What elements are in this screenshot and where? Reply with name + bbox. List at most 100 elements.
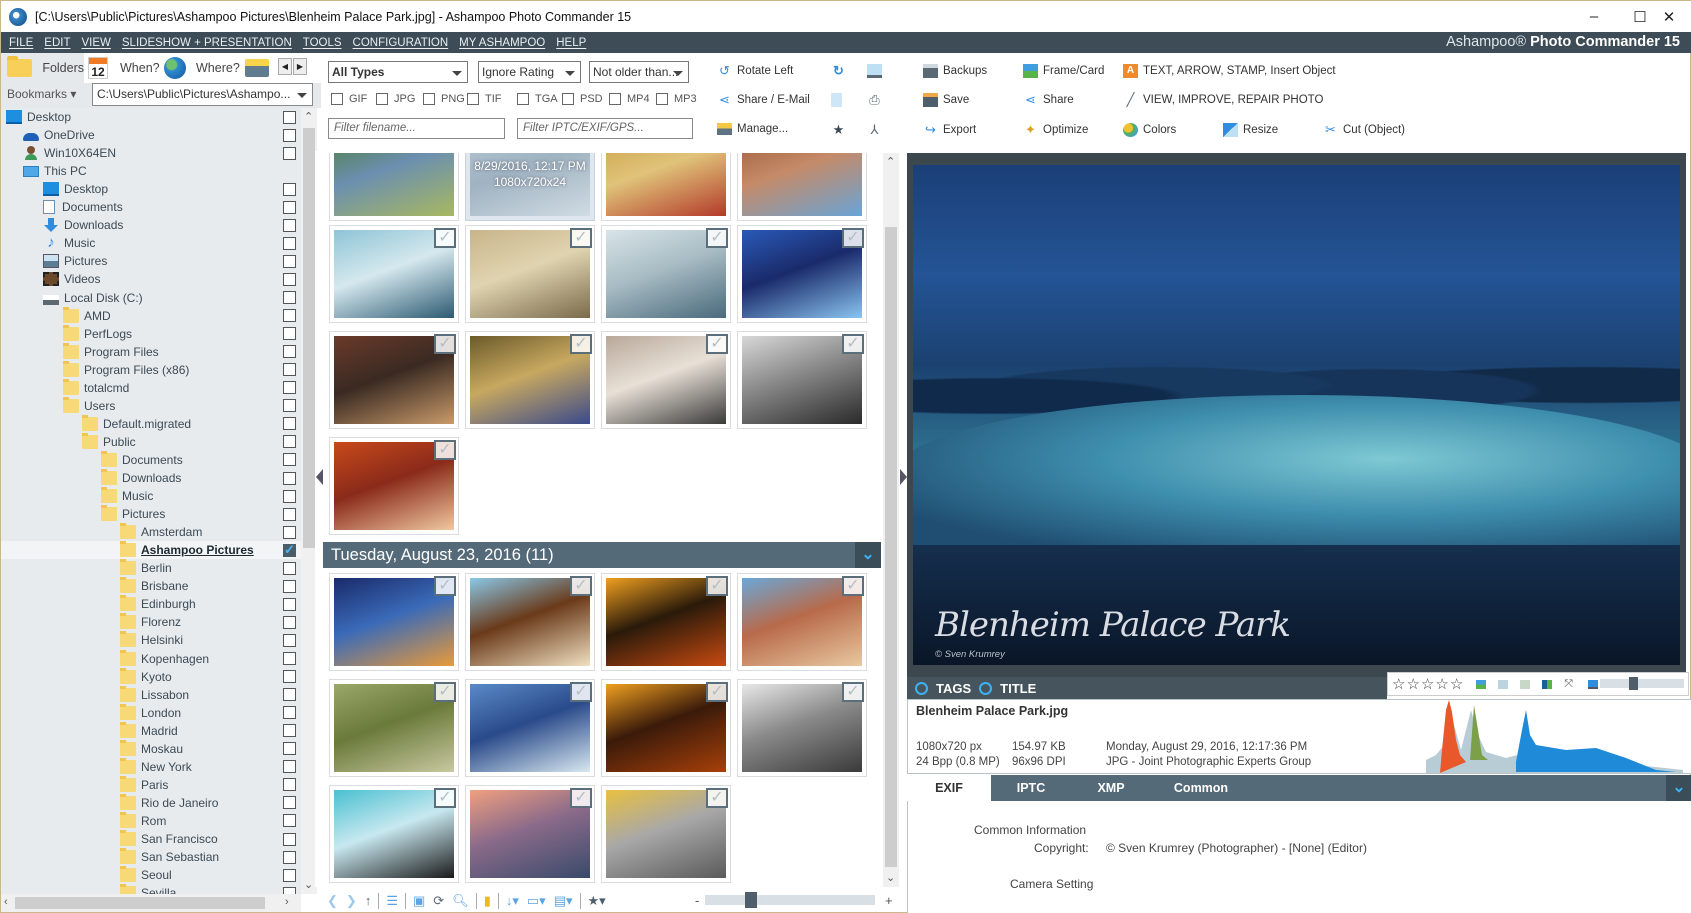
tree-item-checkbox[interactable] <box>283 597 296 611</box>
pdf-button[interactable]: ⅄ <box>867 123 887 137</box>
monitor-icon[interactable] <box>1588 679 1599 689</box>
thumbnail-beach-umbrellas[interactable]: ✓ <box>737 573 867 671</box>
scroll-right-icon[interactable]: › <box>285 896 289 908</box>
select-checkbox[interactable]: ✓ <box>842 228 864 248</box>
refresh-icon[interactable]: ⟳ <box>433 893 444 909</box>
tree-item-checkbox[interactable] <box>283 778 296 792</box>
select-checkbox[interactable]: ✓ <box>570 228 592 248</box>
format-checkbox-jpg[interactable]: JPG <box>376 93 415 105</box>
photo-preview[interactable]: Blenheim Palace Park © Sven Krumrey <box>913 165 1680 665</box>
tree-item-checkbox[interactable] <box>283 254 296 268</box>
tree-item-checkbox[interactable] <box>283 345 296 359</box>
thumbnail-castle[interactable]: ✓ <box>465 225 595 323</box>
select-checkbox[interactable]: ✓ <box>434 228 456 248</box>
image-icon[interactable] <box>1476 679 1487 689</box>
tree-item-checkbox[interactable] <box>283 832 296 846</box>
tree-item[interactable]: Lissabon <box>1 685 301 704</box>
select-checkbox[interactable]: ✓ <box>842 334 864 354</box>
scroll-up-icon[interactable]: ⌃ <box>886 155 895 168</box>
tree-item[interactable]: Paris <box>1 775 301 794</box>
split-view-icon[interactable] <box>1542 679 1553 689</box>
tree-item[interactable]: San Sebastian <box>1 848 301 866</box>
nav-prev-button[interactable]: ◀ <box>278 58 292 75</box>
tree-item-checkbox[interactable] <box>283 579 296 593</box>
tree-item[interactable]: Ashampoo Pictures <box>1 541 301 560</box>
tree-item-checkbox[interactable] <box>283 272 296 286</box>
tree-item-checkbox[interactable] <box>283 868 296 882</box>
tree-item[interactable]: Documents <box>1 450 301 469</box>
tree-item-checkbox[interactable] <box>283 724 296 738</box>
select-checkbox[interactable]: ✓ <box>842 576 864 596</box>
menu-slideshow[interactable]: SLIDESHOW + PRESENTATION <box>122 37 292 49</box>
scroll-left-icon[interactable]: ‹ <box>4 896 8 908</box>
menu-file[interactable]: FILE <box>9 37 33 49</box>
tree-item-checkbox[interactable] <box>283 706 296 720</box>
thumbnail-arcade[interactable]: ✓ <box>601 331 731 429</box>
tab-xmp[interactable]: XMP <box>1071 775 1151 801</box>
tree-item[interactable]: Moskau <box>1 739 301 758</box>
scroll-thumb[interactable] <box>303 128 315 548</box>
tree-item[interactable]: AMD <box>1 306 301 325</box>
tree-item-checkbox[interactable] <box>283 399 296 413</box>
frame-card-button[interactable]: Frame/Card <box>1023 64 1104 78</box>
tab-folders[interactable]: Folders <box>1 53 84 83</box>
select-checkbox[interactable]: ✓ <box>570 788 592 808</box>
tree-item-checkbox[interactable] <box>283 886 296 894</box>
select-all-icon[interactable]: ▣ <box>413 893 425 909</box>
select-checkbox[interactable]: ✓ <box>706 788 728 808</box>
view-mode-icon[interactable]: ☰ <box>386 893 398 909</box>
rotate-right-button[interactable]: ↻ <box>831 64 851 78</box>
checkbox[interactable] <box>423 93 435 105</box>
up-folder-button[interactable]: ↑ <box>365 893 372 908</box>
tree-item-checkbox[interactable] <box>283 471 296 485</box>
slider-knob[interactable] <box>744 892 757 908</box>
scroll-thumb[interactable] <box>15 897 265 909</box>
search-icon[interactable]: 🔍︎ <box>452 893 469 909</box>
tree-item-checkbox[interactable] <box>283 309 296 323</box>
menu-view[interactable]: VIEW <box>82 37 111 49</box>
format-checkbox-tga[interactable]: TGA <box>517 93 558 105</box>
select-checkbox[interactable]: ✓ <box>706 576 728 596</box>
layout-icon[interactable]: ▤▾ <box>554 893 573 909</box>
thumbnail-scrollbar[interactable]: ⌃ ⌄ <box>883 153 899 887</box>
tree-item[interactable]: Rio de Janeiro <box>1 793 301 812</box>
tree-item-checkbox[interactable] <box>283 489 296 503</box>
tree-item[interactable]: Program Files <box>1 342 301 361</box>
title-button[interactable]: TITLE <box>1000 681 1036 696</box>
tags-toggle-icon[interactable] <box>915 681 928 695</box>
tab-when[interactable]: 12 When? <box>88 53 160 83</box>
nav-next-button[interactable]: ▶ <box>293 58 307 75</box>
tree-item[interactable]: OneDrive <box>1 126 301 144</box>
select-checkbox[interactable]: ✓ <box>434 440 456 460</box>
thumbnail-cathedral-windows[interactable]: ✓ <box>465 331 595 429</box>
format-checkbox-gif[interactable]: GIF <box>331 93 367 105</box>
select-checkbox[interactable]: ✓ <box>706 334 728 354</box>
tree-item-checkbox[interactable] <box>283 363 296 377</box>
tree-item-checkbox[interactable] <box>283 218 296 232</box>
tree-item[interactable]: Madrid <box>1 721 301 740</box>
thumbnail-yellow-houses[interactable] <box>601 153 731 221</box>
scroll-down-icon[interactable]: ⌄ <box>304 878 313 891</box>
tags-button[interactable]: TAGS <box>936 681 971 696</box>
bookmarks-dropdown[interactable]: Bookmarks ▾ <box>7 87 76 101</box>
format-checkbox-mp4[interactable]: MP4 <box>609 93 650 105</box>
tab-common[interactable]: Common <box>1151 775 1251 801</box>
tree-item[interactable]: Pictures <box>1 505 301 523</box>
tree-item-checkbox[interactable] <box>283 327 296 341</box>
star-icon[interactable]: ☆ <box>1392 676 1405 693</box>
filter-icon[interactable]: ▭▾ <box>527 893 546 909</box>
tree-item-checkbox[interactable] <box>283 291 296 304</box>
thumbnail-taxi-street[interactable]: ✓ <box>601 785 731 883</box>
tree-item[interactable]: Videos <box>1 270 301 288</box>
thumbnail-church[interactable] <box>737 153 867 221</box>
text-arrow-stamp-button[interactable]: A TEXT, ARROW, STAMP, Insert Object <box>1123 64 1336 78</box>
tree-item-checkbox[interactable] <box>283 670 296 684</box>
optimize-button[interactable]: ✦ Optimize <box>1023 123 1088 137</box>
checkbox[interactable] <box>467 93 479 105</box>
tree-item[interactable]: Florenz <box>1 613 301 631</box>
thumbnail-dinner-table[interactable]: ✓ <box>329 437 459 535</box>
tree-item-checkbox[interactable] <box>283 110 296 124</box>
thumbnail-city-night[interactable]: ✓ <box>329 573 459 671</box>
rotate-left-button[interactable]: ↺ Rotate Left <box>717 64 793 78</box>
slider-knob[interactable] <box>1628 677 1638 690</box>
